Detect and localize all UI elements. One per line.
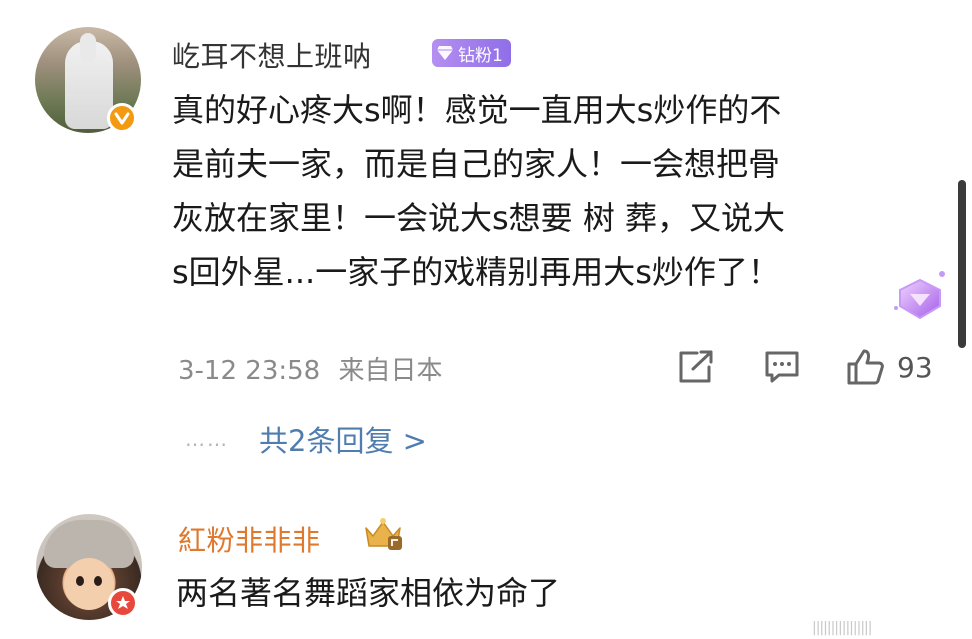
timestamp: 3-12 23:58 <box>178 356 321 386</box>
member-badge-icon <box>108 588 138 618</box>
scrollbar-thumb[interactable] <box>958 180 966 348</box>
comment-text-user1: 真的好心疼大s啊！感觉一直用大s炒作的不 是前夫一家，而是自己的家人！一会想把骨… <box>172 83 922 299</box>
avatar-eye <box>76 576 84 586</box>
comment-text-user2: 两名著名舞蹈家相依为命了 <box>176 574 561 612</box>
diamond-icon <box>437 46 453 60</box>
view-replies-link[interactable]: 共2条回复 > <box>259 418 427 460</box>
comment-icon <box>765 351 799 383</box>
comment-meta: 3-12 23:58 来自日本 <box>178 350 442 387</box>
diamond-gem-icon <box>894 271 945 320</box>
comment-line: s回外星...一家子的戏精别再用大s炒作了！ <box>172 253 780 291</box>
avatar-detail <box>80 33 96 63</box>
comment-line: 灰放在家里！一会说大s想要 树 葬，又说大 <box>172 199 786 237</box>
verified-v-icon <box>107 103 137 133</box>
comment-line: 真的好心疼大s啊！感觉一直用大s炒作的不 <box>172 91 782 129</box>
like-button[interactable]: 93 <box>845 347 933 387</box>
comment-button[interactable] <box>763 347 801 387</box>
username-user1[interactable]: 屹耳不想上班呐 <box>172 35 372 75</box>
share-icon <box>679 350 713 383</box>
fan-badge-label: 钻粉1 <box>458 45 503 66</box>
avatar-face <box>64 558 114 610</box>
like-count: 93 <box>897 350 933 384</box>
replies-dots: …… <box>185 427 229 451</box>
watermark: |||||||||||||||| <box>812 620 872 636</box>
share-button[interactable] <box>677 347 715 387</box>
fan-level-badge[interactable]: 钻粉1 <box>432 39 511 67</box>
avatar-eye <box>94 576 102 586</box>
location: 来自日本 <box>338 356 443 386</box>
crown-vip-icon[interactable] <box>362 516 404 552</box>
comment-line: 是前夫一家，而是自己的家人！一会想把骨 <box>172 145 781 183</box>
thumbs-up-icon <box>847 349 884 385</box>
username-user2[interactable]: 紅粉非非非 <box>178 519 321 559</box>
replies-row[interactable]: …… 共2条回复 > <box>185 418 427 460</box>
